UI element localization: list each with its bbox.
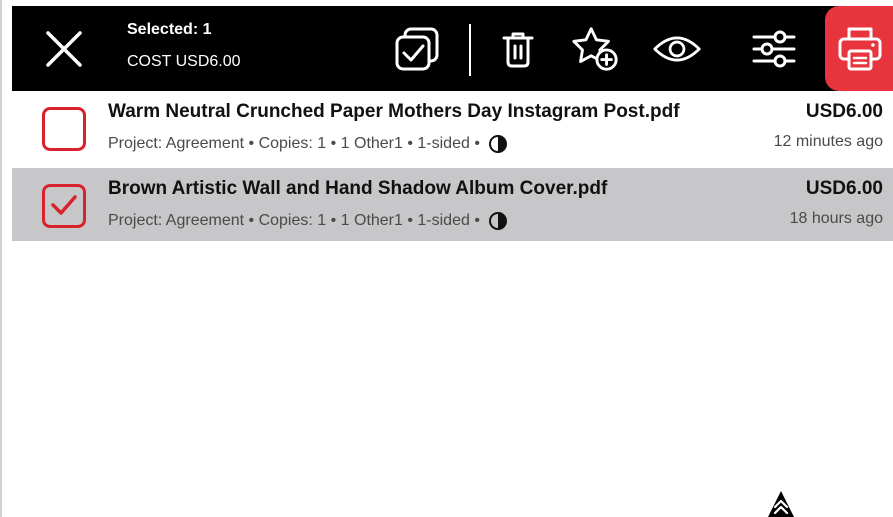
- settings-sliders-icon: [752, 30, 796, 68]
- checkmark-icon: [51, 195, 77, 215]
- selection-toolbar: Selected: 1 COST USD6.00: [12, 6, 893, 91]
- job-timestamp: 18 hours ago: [789, 210, 883, 227]
- job-price: USD6.00: [805, 101, 883, 122]
- favorite-add-icon: [572, 27, 618, 71]
- settings-button[interactable]: [749, 24, 799, 74]
- printer-icon: [838, 27, 882, 70]
- color-mode-icon: [488, 212, 507, 230]
- select-all-button[interactable]: [392, 24, 442, 74]
- select-all-icon: [395, 27, 439, 71]
- print-job-row[interactable]: Brown Artistic Wall and Hand Shadow Albu…: [12, 168, 893, 241]
- eye-icon: [653, 36, 701, 62]
- selection-summary: Selected: 1 COST USD6.00: [127, 20, 241, 72]
- job-details: Project: Agreement • Copies: 1 • 1 Other…: [108, 134, 508, 154]
- print-job-row[interactable]: Warm Neutral Crunched Paper Mothers Day …: [12, 91, 893, 164]
- selected-count: Selected: 1: [127, 21, 212, 38]
- print-queue-screen: Selected: 1 COST USD6.00 Warm Neutral Cr…: [0, 0, 893, 517]
- toolbar-divider: [469, 24, 471, 76]
- scroll-to-top-button[interactable]: [754, 485, 808, 517]
- trash-icon: [502, 32, 534, 68]
- job-checkbox-checked[interactable]: [42, 184, 86, 228]
- delete-button[interactable]: [493, 24, 543, 74]
- job-meta: Project: Agreement • Copies: 1 • 1 Other…: [108, 135, 480, 152]
- double-chevron-up-icon: [768, 491, 794, 517]
- job-meta: Project: Agreement • Copies: 1 • 1 Other…: [108, 212, 480, 229]
- job-title: Brown Artistic Wall and Hand Shadow Albu…: [108, 178, 608, 199]
- close-button[interactable]: [44, 29, 84, 69]
- selected-cost: COST USD6.00: [127, 53, 241, 70]
- close-icon: [46, 31, 82, 67]
- job-checkbox[interactable]: [42, 107, 86, 151]
- job-timestamp: 12 minutes ago: [773, 133, 883, 150]
- print-job-list: Warm Neutral Crunched Paper Mothers Day …: [12, 91, 893, 241]
- job-details: Project: Agreement • Copies: 1 • 1 Other…: [108, 211, 508, 231]
- job-price: USD6.00: [805, 178, 883, 199]
- print-button[interactable]: [825, 6, 893, 91]
- add-to-favorites-button[interactable]: [570, 24, 620, 74]
- color-mode-icon: [488, 135, 507, 153]
- preview-button[interactable]: [652, 24, 702, 74]
- job-title: Warm Neutral Crunched Paper Mothers Day …: [108, 101, 680, 122]
